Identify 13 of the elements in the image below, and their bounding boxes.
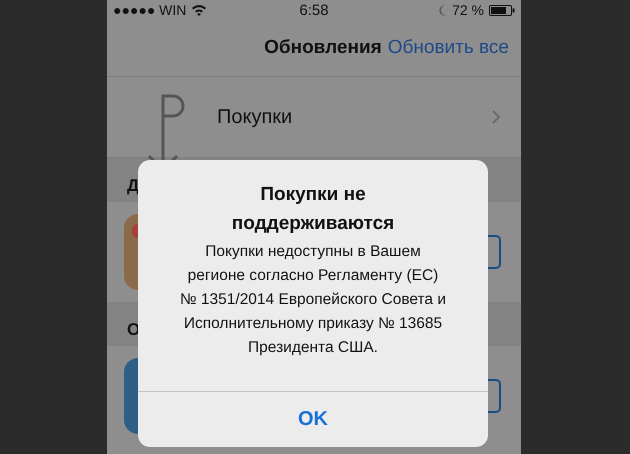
wifi-icon [191,4,208,16]
nav-title: Обновления [264,37,382,59]
moon-icon [438,4,448,16]
alert-message: Покупки недоступны в Вашем регионе согласно Регламенту (ЕС) № 1351/2014 Европейского Совета и Исполнительному приказу № 13685 Президента США. [179,242,447,358]
update-all-link[interactable]: Обновить все [388,37,509,59]
ok-button[interactable]: OK [138,391,488,447]
clock-time: 6:58 [299,2,329,18]
battery-percent: 72 % [452,2,484,18]
chevron-icon [492,110,501,124]
alert-title: Покупки не поддерживаются [230,183,396,236]
purchases-label: Покупки [217,106,294,128]
battery-icon [489,4,515,16]
carrier-name: ●●●●● WIN [113,2,186,18]
